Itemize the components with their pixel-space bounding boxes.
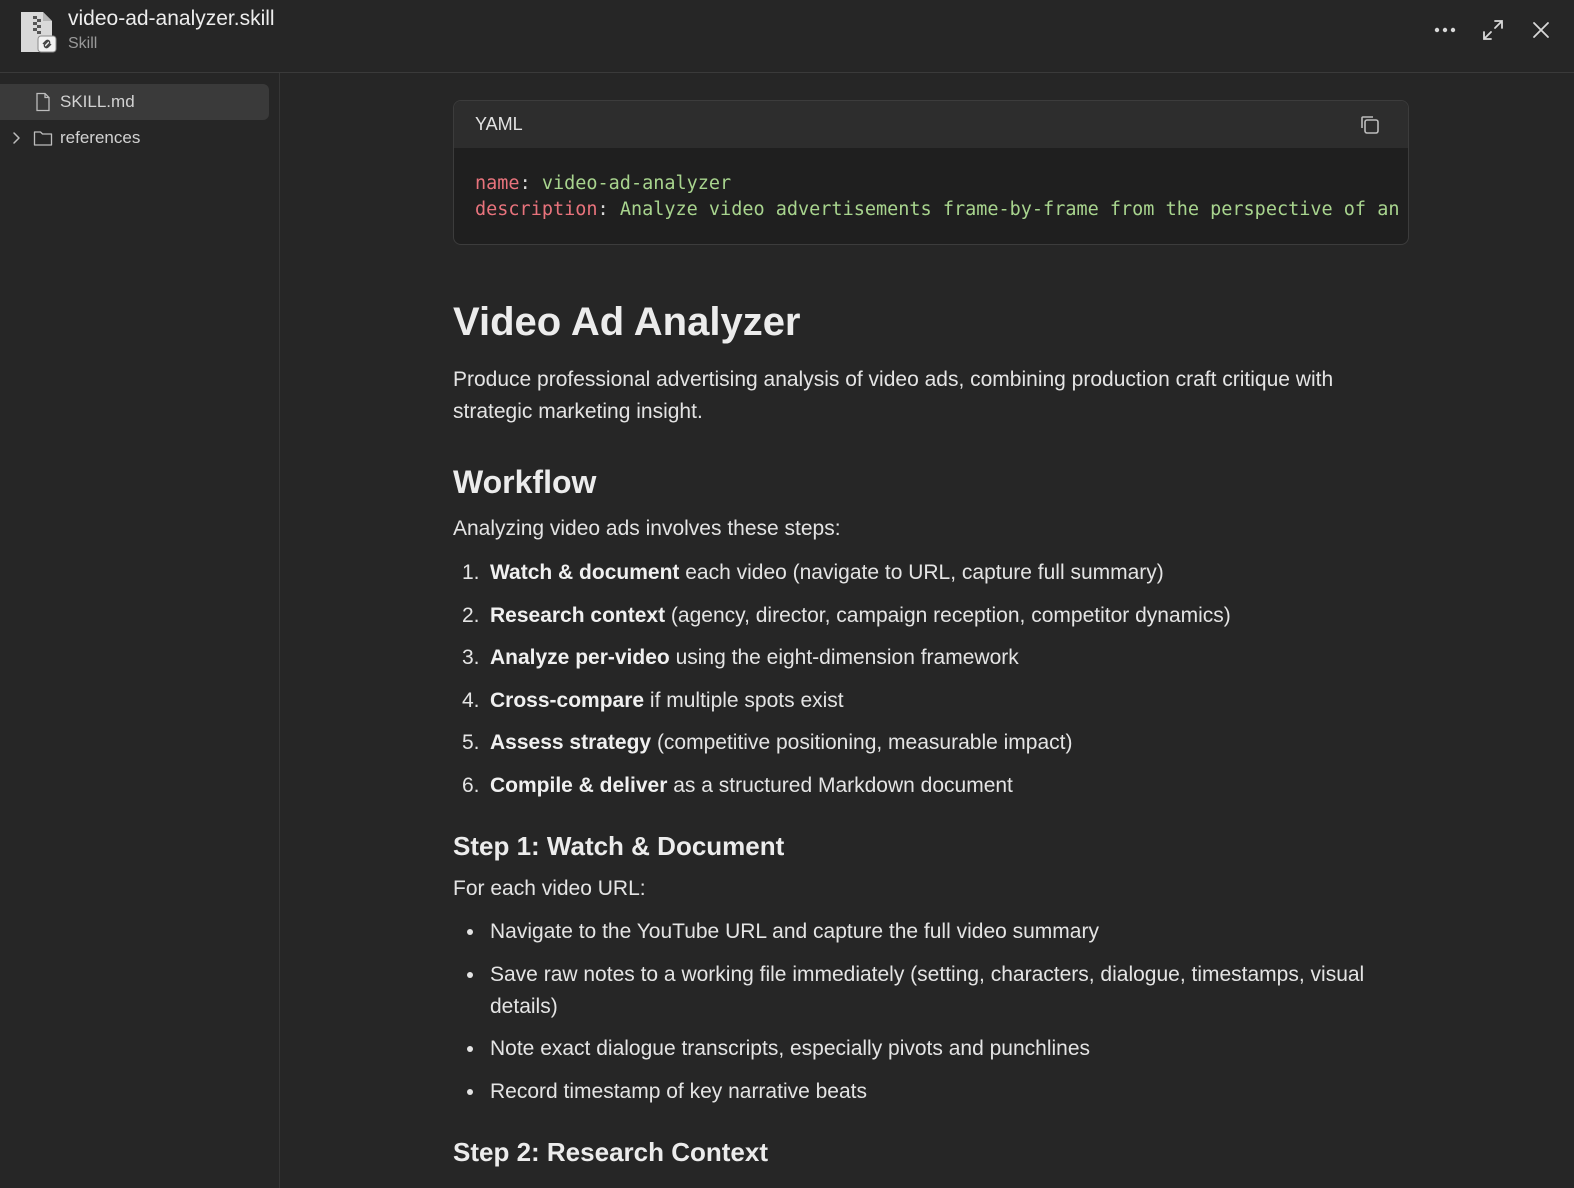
list-item: Record timestamp of key narrative beats: [453, 1076, 1409, 1108]
close-button[interactable]: [1527, 16, 1555, 44]
tree-item-references[interactable]: references: [0, 120, 269, 156]
intro-paragraph: Produce professional advertising analysi…: [453, 368, 1334, 423]
folder-icon: [33, 131, 53, 146]
zip-file-icon: [21, 12, 57, 53]
file-tree-sidebar: SKILL.md references: [0, 73, 280, 1188]
list-item: 4. Cross-compare if multiple spots exist: [462, 688, 844, 712]
step1-heading: Step 1: Watch & Document: [453, 831, 785, 861]
list-item: Save raw notes to a working file immedia…: [453, 959, 1409, 1023]
expand-button[interactable]: [1479, 16, 1507, 44]
more-horizontal-icon: [1434, 27, 1456, 33]
expand-icon: [1483, 20, 1503, 40]
step2-heading: Step 2: Research Context: [453, 1137, 768, 1167]
close-icon: [1533, 22, 1549, 38]
list-item: 1. Watch & document each video (navigate …: [462, 561, 1164, 584]
tree-item-label: SKILL.md: [60, 92, 135, 111]
workflow-intro: Analyzing video ads involves these steps…: [453, 517, 841, 540]
list-item: Note exact dialogue transcripts, especia…: [453, 1033, 1409, 1065]
list-item: Navigate to the YouTube URL and capture …: [453, 916, 1409, 948]
window-subtitle: Skill: [68, 35, 98, 52]
yaml-value: Analyze video advertisements frame-by-fr…: [619, 199, 1400, 220]
list-item: 3. Analyze per-video using the eight-dime…: [462, 646, 1019, 670]
tree-item-skill-md[interactable]: SKILL.md: [0, 84, 269, 120]
step1-intro: For each video URL:: [453, 877, 646, 900]
step1-bullet-list: Navigate to the YouTube URL and capture …: [453, 916, 1409, 1118]
yaml-value: video-ad-analyzer: [541, 173, 732, 194]
yaml-key: name: [475, 173, 520, 194]
code-block-header: YAML: [454, 101, 1408, 148]
list-item: 2. Research context (agency, director, ca…: [462, 603, 1231, 627]
list-item: 5. Assess strategy (competitive positioni…: [462, 731, 1073, 755]
yaml-key: description: [475, 199, 598, 220]
workflow-steps-list: 1. Watch & document each video (navigate …: [453, 557, 1409, 813]
chevron-right-icon[interactable]: [8, 130, 24, 146]
more-options-button[interactable]: [1431, 16, 1459, 44]
code-content[interactable]: name: video-ad-analyzer description: Ana…: [475, 171, 1399, 223]
list-item: 6. Compile & deliver as a structured Mark…: [462, 773, 1013, 797]
yaml-code-block: YAML name: video-ad-analyzer description…: [453, 100, 1409, 245]
document-content: YAML name: video-ad-analyzer description…: [453, 100, 1409, 1167]
file-icon: [36, 92, 50, 112]
page-title: Video Ad Analyzer: [453, 300, 801, 344]
copy-icon[interactable]: [1358, 113, 1382, 137]
workflow-heading: Workflow: [453, 464, 597, 500]
tree-item-label: references: [60, 128, 141, 147]
code-language-label: YAML: [475, 114, 523, 134]
window-title: video-ad-analyzer.skill: [68, 7, 275, 30]
title-bar: video-ad-analyzer.skill Skill: [0, 0, 1574, 73]
